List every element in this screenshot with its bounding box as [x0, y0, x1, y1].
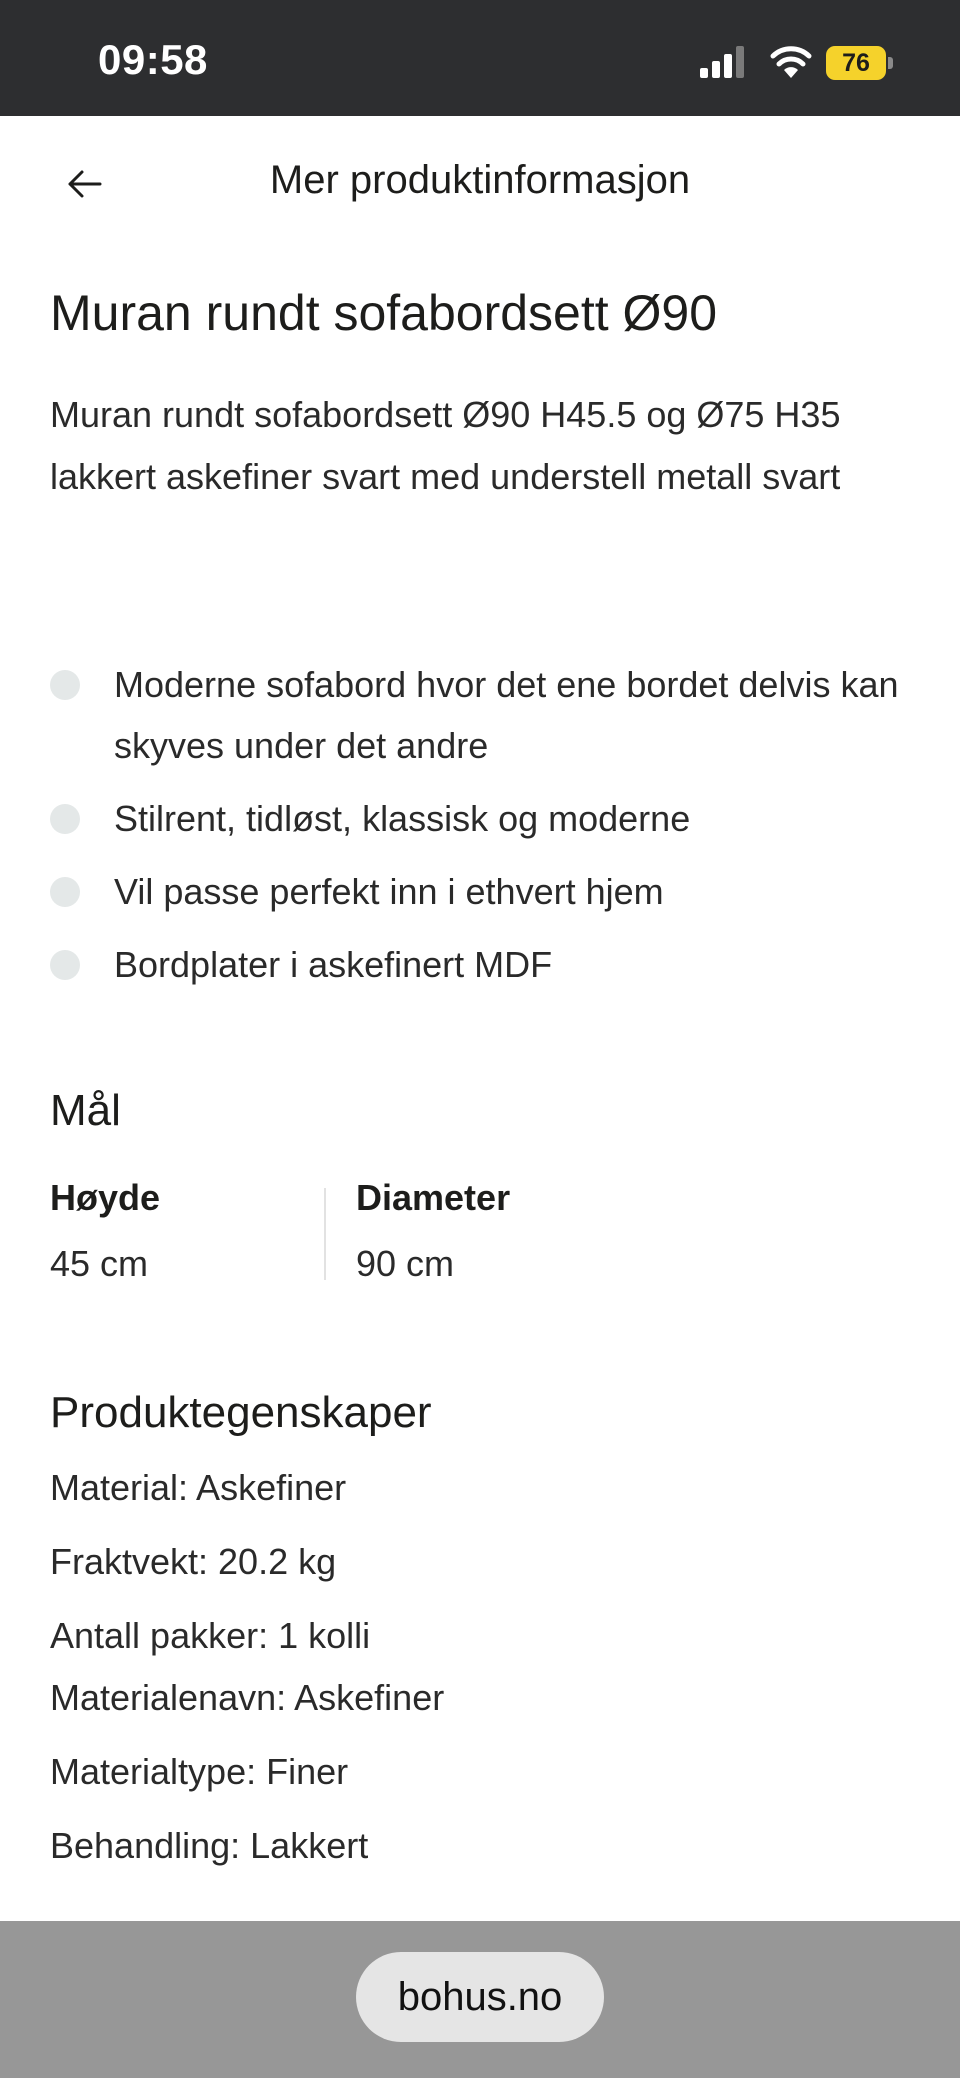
feature-text: Stilrent, tidløst, klassisk og moderne [114, 798, 691, 839]
bullet-icon [50, 950, 80, 980]
dimensions-heading: Mål [50, 1086, 121, 1135]
dimension-height: Høyde 45 cm [50, 1176, 160, 1286]
divider [324, 1188, 326, 1280]
property-item: Materialtype: Finer [50, 1751, 349, 1792]
browser-toolbar: bohus.no [0, 1865, 960, 2078]
header-bar: Mer produktinformasjon [0, 116, 960, 256]
battery-level: 76 [826, 46, 886, 80]
battery-cap [888, 57, 893, 69]
feature-item: Stilrent, tidløst, klassisk og moderne [50, 788, 920, 849]
dimension-diameter: Diameter 90 cm [356, 1176, 510, 1286]
battery-icon: 76 [826, 46, 894, 80]
status-bar: 09:58 76 [0, 0, 960, 116]
feature-text: Moderne sofabord hvor det ene bordet del… [114, 664, 899, 766]
url-bar[interactable]: bohus.no [356, 1952, 604, 2042]
wifi-icon [770, 46, 812, 78]
feature-item: Bordplater i askefinert MDF [50, 934, 920, 995]
bullet-icon [50, 670, 80, 700]
properties-heading: Produktegenskaper [50, 1388, 432, 1437]
property-item: Behandling: Lakkert [50, 1825, 369, 1866]
property-item: Fraktvekt: 20.2 kg [50, 1541, 337, 1582]
page-title: Mer produktinformasjon [269, 158, 691, 202]
feature-list: Moderne sofabord hvor det ene bordet del… [50, 654, 920, 995]
property-item: Antall pakker: 1 kolli [50, 1615, 371, 1656]
property-item: Materialenavn: Askefiner [50, 1677, 445, 1718]
dimensions-table: Høyde 45 cm Diameter 90 cm [50, 1176, 650, 1284]
status-time: 09:58 [98, 36, 208, 83]
dimension-label: Diameter [356, 1177, 511, 1218]
dimension-label: Høyde [50, 1177, 161, 1218]
product-title: Muran rundt sofabordsett Ø90 [50, 285, 718, 341]
feature-text: Bordplater i askefinert MDF [114, 944, 553, 985]
dimension-value: 45 cm [50, 1243, 149, 1284]
feature-item: Vil passe perfekt inn i ethvert hjem [50, 861, 920, 922]
bullet-icon [50, 877, 80, 907]
property-item: Material: Askefiner [50, 1467, 347, 1508]
feature-text: Vil passe perfekt inn i ethvert hjem [114, 871, 664, 912]
dimension-value: 90 cm [356, 1243, 455, 1284]
signal-icon [700, 46, 744, 78]
feature-item: Moderne sofabord hvor det ene bordet del… [50, 654, 920, 776]
bullet-icon [50, 804, 80, 834]
product-description: Muran rundt sofabordsett Ø90 H45.5 og Ø7… [50, 394, 841, 497]
